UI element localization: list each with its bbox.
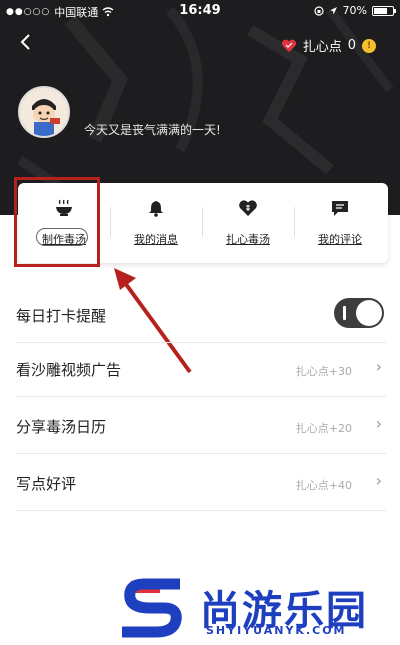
bell-icon (149, 201, 163, 217)
status-bar: ●●○○○ 中国联通 16:49 70% (0, 0, 400, 22)
heart-icon (239, 200, 257, 216)
points-label: 扎心点 (302, 40, 342, 55)
coin-icon: ! (362, 38, 376, 53)
heart-icon (281, 39, 296, 52)
points-value: 0 (347, 38, 356, 53)
back-button[interactable] (14, 33, 36, 55)
list-item-title: 分享毒汤日历 (16, 418, 107, 436)
list-item-title: 每日打卡提醒 (16, 307, 107, 325)
list-item-title: 写点好评 (16, 475, 77, 493)
profile-tagline: 今天又是丧气满满的一天! (84, 123, 221, 137)
action-card: 制作毒汤 我的消息 扎心毒汤 我的评论 (18, 183, 388, 263)
cartoon-avatar-image (20, 88, 68, 136)
chevron-left-icon (20, 34, 30, 50)
lock-rotation-icon (313, 5, 324, 16)
label-circle-annotation (36, 228, 88, 246)
action-label: 我的消息 (134, 233, 178, 246)
reward-text: 扎心点+30 (295, 365, 352, 378)
reward-text: 扎心点+20 (295, 422, 352, 435)
action-my-messages[interactable]: 我的消息 (110, 183, 202, 263)
chevron-right-icon: › (375, 357, 382, 376)
watermark-logo-icon (122, 578, 182, 638)
battery-percent: 70% (342, 4, 367, 17)
chevron-right-icon: › (375, 471, 382, 490)
avatar[interactable] (18, 86, 70, 138)
list-item-daily-reminder: 每日打卡提醒 (16, 286, 386, 343)
action-label: 扎心毒汤 (226, 233, 270, 246)
site-watermark: 尚游乐园 SHYIYUANYK.COM (120, 574, 400, 642)
list-item-watch-ad[interactable]: 看沙雕视频广告 扎心点+30 › (16, 340, 386, 397)
list-item-write-review[interactable]: 写点好评 扎心点+40 › (16, 454, 386, 511)
comment-icon (332, 201, 348, 216)
list-item-share-calendar[interactable]: 分享毒汤日历 扎心点+20 › (16, 397, 386, 454)
reward-text: 扎心点+40 (295, 479, 352, 492)
battery-icon (372, 5, 396, 16)
toggle-knob (356, 300, 382, 326)
chevron-right-icon: › (375, 414, 382, 433)
daily-reminder-toggle[interactable] (334, 298, 384, 328)
action-label: 我的评论 (318, 233, 362, 246)
points-indicator[interactable]: 扎心点 0 ! (281, 36, 376, 55)
toggle-on-mark (343, 306, 346, 320)
location-icon (329, 6, 337, 14)
action-heart-soup[interactable]: 扎心毒汤 (202, 183, 294, 263)
watermark-brand-en: SHYIYUANYK.COM (206, 624, 347, 637)
list-item-title: 看沙雕视频广告 (16, 361, 122, 379)
action-my-comments[interactable]: 我的评论 (294, 183, 386, 263)
bowl-icon (56, 199, 72, 216)
action-make-soup[interactable]: 制作毒汤 (18, 183, 110, 263)
